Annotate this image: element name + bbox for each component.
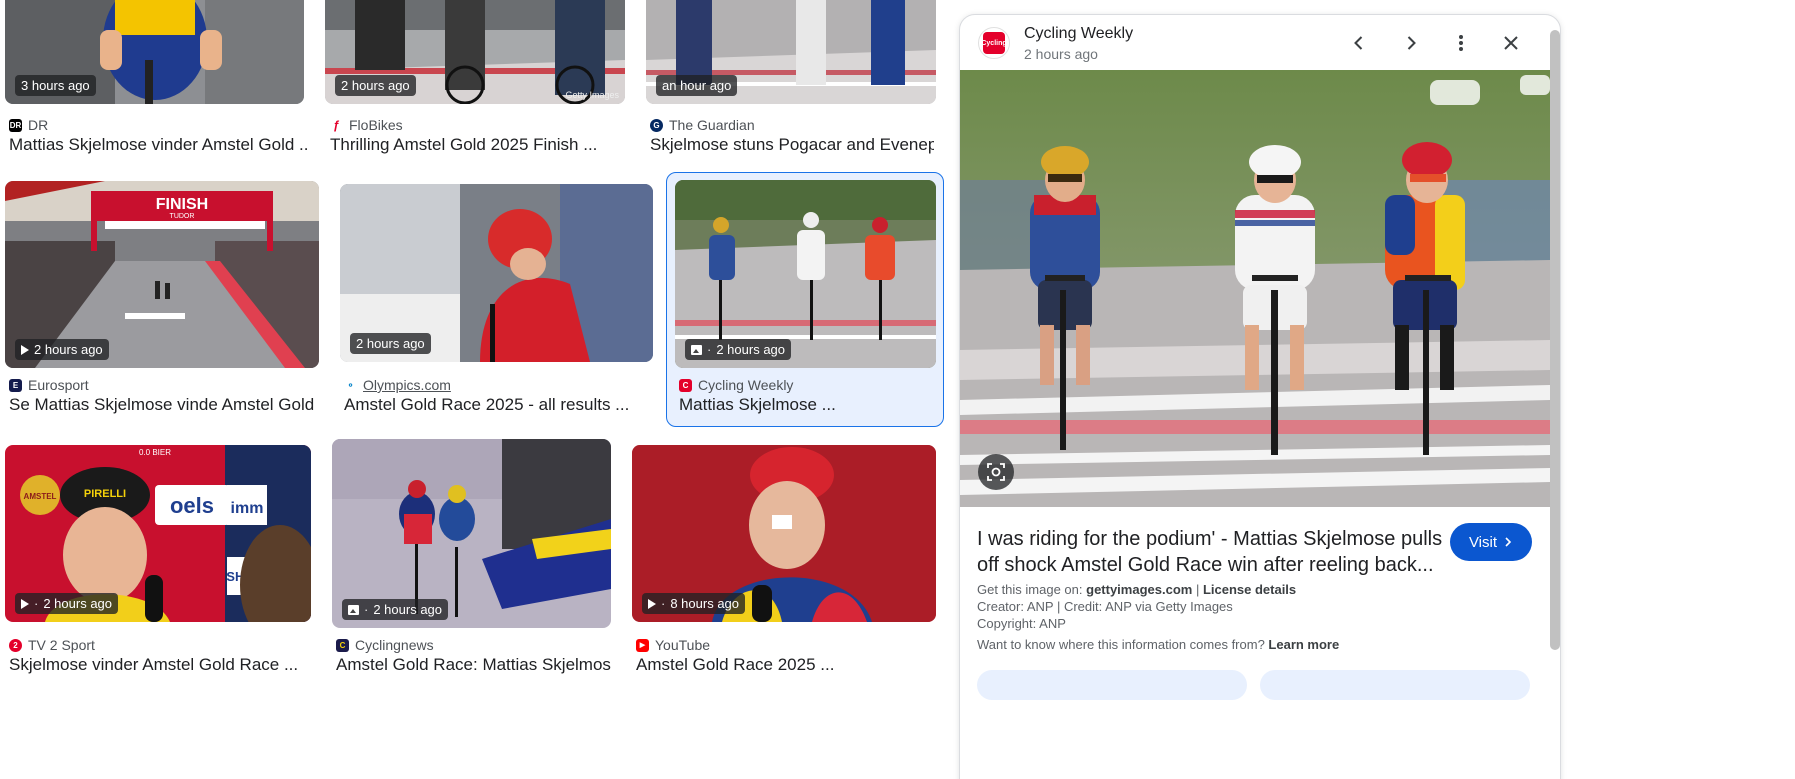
source-name: Cycling Weekly	[698, 377, 794, 393]
source-name: Cyclingnews	[355, 637, 434, 653]
more-vert-icon	[1459, 35, 1463, 51]
image-icon	[691, 344, 702, 355]
panel-source-name[interactable]: Cycling Weekly	[1024, 25, 1133, 43]
panel-title[interactable]: I was riding for the podium' - Mattias S…	[977, 526, 1447, 578]
source-name: DR	[28, 117, 49, 133]
license-details-link[interactable]: License details	[1203, 582, 1296, 597]
result-source: ƒ FloBikes	[330, 117, 403, 133]
result-source: C Cycling Weekly	[679, 377, 793, 393]
olympics-logo-icon: ⚬	[344, 378, 357, 392]
result-thumbnail[interactable]: 3 hours ago	[5, 0, 304, 104]
chevron-left-icon	[1354, 36, 1363, 50]
immo-sign-text: imm	[231, 500, 264, 517]
result-title[interactable]: Thrilling Amstel Gold 2025 Finish ...	[330, 135, 630, 155]
cycling-weekly-logo-icon: C	[679, 378, 692, 392]
source-name: TV 2 Sport	[28, 637, 95, 653]
time-badge: 3 hours ago	[15, 75, 96, 96]
source-logo-icon[interactable]: Cycling	[978, 27, 1010, 59]
learn-more-link[interactable]: Learn more	[1268, 637, 1339, 652]
panel-scrollbar[interactable]	[1550, 30, 1560, 650]
result-title[interactable]: Skjelmose stuns Pogacar and Evenepo...	[650, 135, 934, 155]
next-button[interactable]	[1396, 28, 1426, 58]
cyclingnews-logo-icon: C	[336, 638, 349, 652]
result-source: DR DR	[9, 117, 48, 133]
finish-sub-text: TUDOR	[170, 213, 195, 220]
tv2-logo-icon: 2	[9, 638, 22, 652]
result-title[interactable]: Skjelmose vinder Amstel Gold Race ...	[9, 655, 311, 675]
result-thumbnail[interactable]: · 8 hours ago	[632, 445, 936, 622]
time-badge: · 2 hours ago	[342, 599, 449, 620]
related-chip[interactable]	[1260, 670, 1530, 700]
eurosport-logo-icon: E	[9, 378, 22, 392]
time-badge: · 2 hours ago	[685, 339, 792, 360]
result-source: ▶ YouTube	[636, 637, 710, 653]
close-icon	[1504, 36, 1518, 50]
result-thumbnail[interactable]: FINISH TUDOR 2 hours ago	[5, 181, 319, 368]
result-title[interactable]: Amstel Gold Race 2025 - all results ...	[344, 395, 649, 415]
play-icon	[21, 344, 29, 355]
amstel-logo-text: AMSTEL	[24, 492, 57, 501]
result-source: C Cyclingnews	[336, 637, 434, 653]
copyright-line: Copyright: ANP	[977, 616, 1066, 631]
time-badge: 2 hours ago	[350, 333, 431, 354]
chevron-right-icon	[1505, 537, 1512, 547]
flobikes-logo-icon: ƒ	[330, 118, 343, 132]
preview-image[interactable]	[960, 70, 1550, 507]
play-icon	[21, 598, 29, 609]
result-thumbnail[interactable]: an hour ago	[646, 0, 936, 104]
result-thumbnail[interactable]: oels imm SHIMANO AMSTEL 0.0 BIER PIRELLI…	[5, 445, 311, 622]
time-badge: · 8 hours ago	[642, 593, 746, 614]
source-name: The Guardian	[669, 117, 755, 133]
pirelli-cap-text: PIRELLI	[84, 488, 126, 500]
source-name: Eurosport	[28, 377, 89, 393]
dr-logo-icon: DR	[9, 118, 22, 132]
result-thumbnail[interactable]: 2 hours ago Getty Images	[325, 0, 625, 104]
panel-time: 2 hours ago	[1024, 46, 1098, 62]
time-badge: an hour ago	[656, 75, 738, 96]
image-preview-panel: Cycling Cycling Weekly 2 hours ago I was…	[959, 14, 1561, 779]
play-icon	[648, 598, 656, 609]
gettyimages-link[interactable]: gettyimages.com	[1086, 582, 1192, 597]
result-title[interactable]: Amstel Gold Race: Mattias Skjelmose ...	[336, 655, 611, 675]
result-source: ⚬ Olympics.com	[344, 377, 451, 393]
visit-button[interactable]: Visit	[1450, 523, 1532, 561]
oels-sign-text: oels	[170, 493, 214, 518]
result-thumbnail[interactable]: 2 hours ago	[340, 184, 653, 362]
result-title[interactable]: Se Mattias Skjelmose vinde Amstel Gold .…	[9, 395, 319, 415]
close-button[interactable]	[1496, 28, 1526, 58]
result-title[interactable]: Mattias Skjelmose ...	[679, 395, 934, 415]
finish-banner-text: FINISH	[156, 196, 208, 213]
visual-search-button[interactable]	[978, 454, 1014, 490]
result-source: 2 TV 2 Sport	[9, 637, 95, 653]
time-badge: 2 hours ago	[335, 75, 416, 96]
watermark: Getty Images	[565, 90, 619, 100]
info-source-line: Want to know where this information come…	[977, 637, 1340, 652]
result-source: G The Guardian	[650, 117, 755, 133]
source-link[interactable]: Olympics.com	[363, 377, 451, 393]
guardian-logo-icon: G	[650, 118, 663, 132]
lens-icon	[987, 463, 1005, 481]
chevron-right-icon	[1407, 36, 1416, 50]
result-title[interactable]: Amstel Gold Race 2025 ...	[636, 655, 936, 675]
more-options-button[interactable]	[1446, 28, 1476, 58]
time-badge: 2 hours ago	[15, 339, 109, 360]
source-name: FloBikes	[349, 117, 403, 133]
youtube-logo-icon: ▶	[636, 638, 649, 652]
result-thumbnail[interactable]: · 2 hours ago	[332, 439, 611, 628]
time-badge: · 2 hours ago	[15, 593, 119, 614]
result-title[interactable]: Mattias Skjelmose vinder Amstel Gold ...	[9, 135, 309, 155]
image-icon	[348, 604, 359, 615]
source-name: YouTube	[655, 637, 711, 653]
image-source-line: Get this image on: gettyimages.com | Lic…	[977, 582, 1297, 597]
result-thumbnail[interactable]: · 2 hours ago	[675, 180, 936, 368]
related-chip[interactable]	[977, 670, 1247, 700]
panel-header: Cycling Cycling Weekly 2 hours ago	[960, 15, 1560, 70]
bier-sign-text: 0.0 BIER	[139, 448, 171, 457]
previous-button[interactable]	[1344, 28, 1374, 58]
result-source: E Eurosport	[9, 377, 89, 393]
creator-line: Creator: ANP | Credit: ANP via Getty Ima…	[977, 599, 1233, 614]
